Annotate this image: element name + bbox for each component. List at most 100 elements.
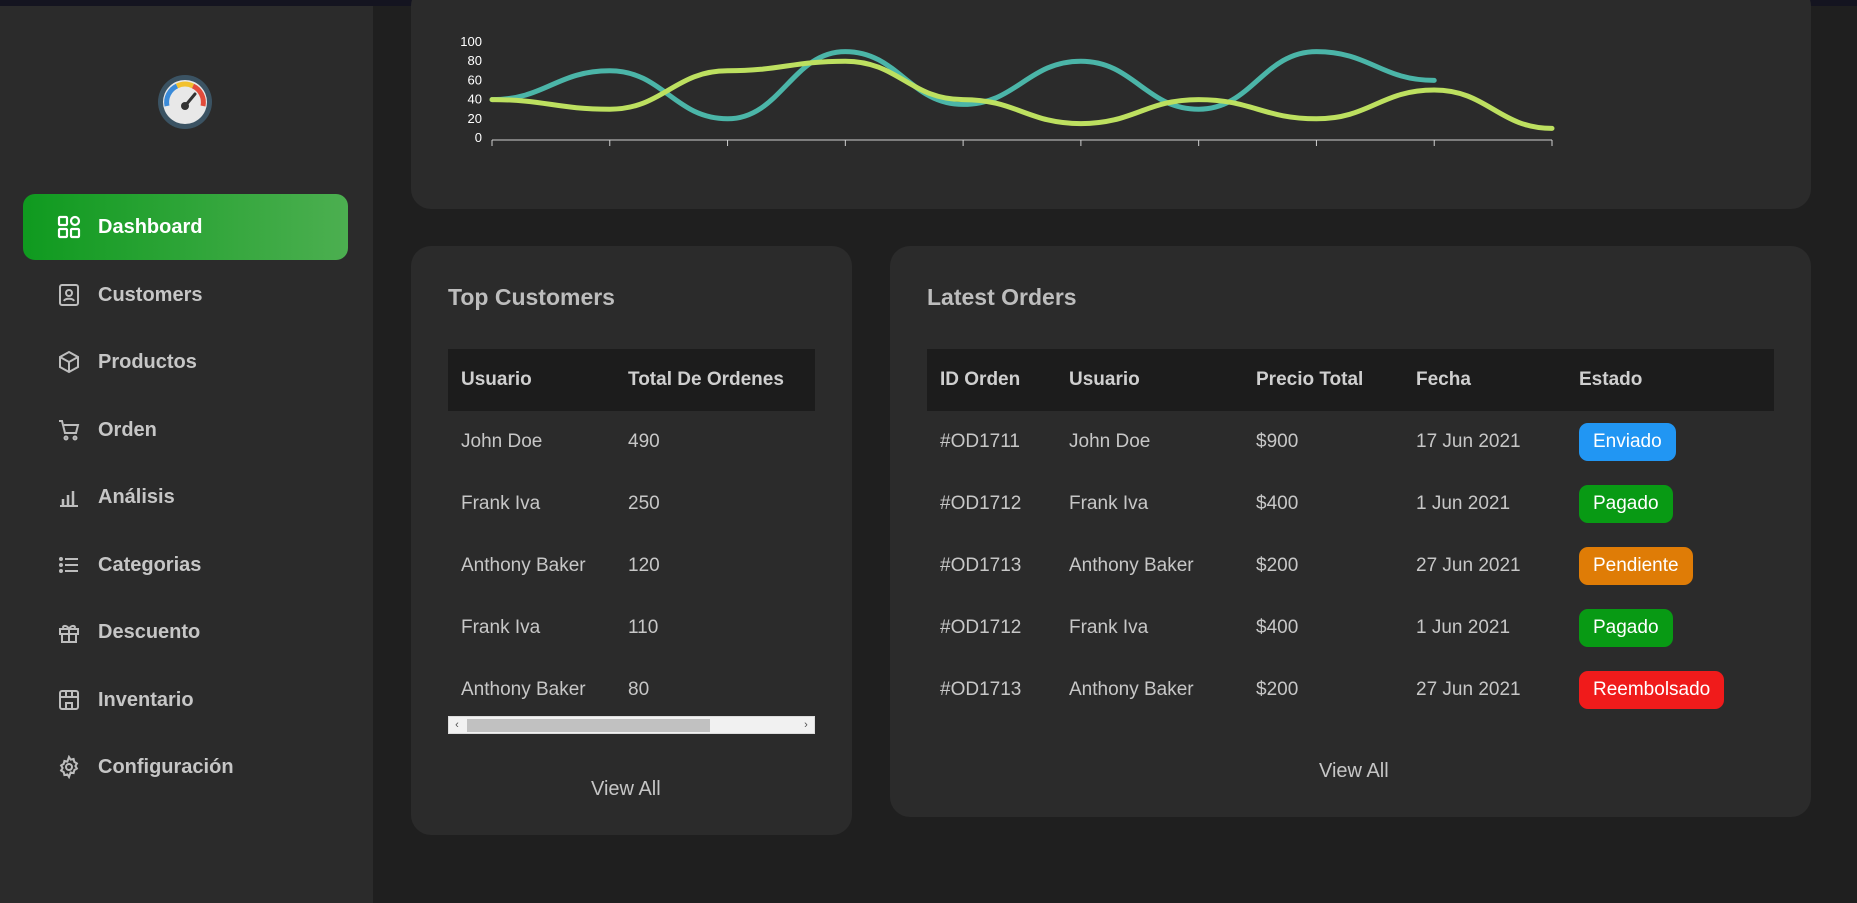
speedometer-icon[interactable]: [157, 74, 213, 130]
line-chart: 0 20 40 60 80 100: [460, 34, 1555, 146]
box-icon: [56, 349, 82, 375]
customer-name-cell: Anthony Baker: [461, 679, 586, 700]
view-all-customers-link[interactable]: View All: [591, 778, 661, 801]
contact-card-icon: [56, 282, 82, 308]
order-total-cell: 490: [628, 431, 660, 452]
y-tick-label: 100: [460, 34, 482, 49]
horizontal-scrollbar[interactable]: ‹ ›: [448, 716, 815, 734]
order-date-cell: 27 Jun 2021: [1416, 555, 1521, 576]
order-user-cell: John Doe: [1069, 431, 1151, 452]
sidebar-item-productos[interactable]: Productos: [23, 329, 348, 395]
table-row: John Doe 490: [448, 411, 815, 473]
column-header-id: ID Orden: [940, 369, 1021, 390]
sidebar-item-analisis[interactable]: Análisis: [23, 464, 348, 530]
view-all-orders-link[interactable]: View All: [1319, 760, 1389, 783]
y-tick-label: 80: [468, 53, 482, 68]
bar-chart-icon: [56, 484, 82, 510]
status-badge: Pagado: [1579, 485, 1673, 523]
table-row: Frank Iva 250: [448, 473, 815, 535]
table-row: #OD1711 John Doe $900 17 Jun 2021 Enviado: [927, 411, 1774, 473]
order-price-cell: $200: [1256, 555, 1299, 576]
sales-chart-card: 0 20 40 60 80 100: [411, 0, 1811, 209]
order-id-cell: #OD1713: [940, 555, 1022, 576]
scroll-thumb[interactable]: [467, 719, 710, 732]
top-customers-card: Top Customers Usuario Total De Ordenes J…: [411, 246, 852, 835]
order-date-cell: 27 Jun 2021: [1416, 679, 1521, 700]
order-user-cell: Anthony Baker: [1069, 555, 1194, 576]
column-header-usuario: Usuario: [1069, 369, 1140, 390]
order-total-cell: 120: [628, 555, 660, 576]
sidebar-item-label: Análisis: [98, 485, 175, 508]
table-header: Usuario Total De Ordenes: [448, 349, 815, 411]
column-header-total: Total De Ordenes: [628, 369, 784, 390]
status-badge: Enviado: [1579, 423, 1676, 461]
latest-orders-title: Latest Orders: [927, 284, 1077, 310]
status-badge: Pendiente: [1579, 547, 1693, 585]
gear-icon: [56, 754, 82, 780]
order-date-cell: 17 Jun 2021: [1416, 431, 1521, 452]
customer-name-cell: Frank Iva: [461, 617, 541, 638]
sidebar-item-label: Customers: [98, 283, 203, 306]
customer-name-cell: Frank Iva: [461, 493, 541, 514]
sidebar-item-label: Productos: [98, 350, 197, 373]
scroll-left-arrow[interactable]: ‹: [449, 717, 465, 733]
order-date-cell: 1 Jun 2021: [1416, 617, 1511, 638]
order-id-cell: #OD1712: [940, 617, 1022, 638]
order-price-cell: $900: [1256, 431, 1299, 452]
sidebar-item-orden[interactable]: Orden: [23, 397, 348, 463]
order-price-cell: $400: [1256, 617, 1299, 638]
order-price-cell: $400: [1256, 493, 1299, 514]
order-id-cell: #OD1711: [940, 431, 1020, 452]
top-customers-title: Top Customers: [448, 284, 615, 310]
order-total-cell: 110: [628, 617, 659, 638]
order-user-cell: Frank Iva: [1069, 617, 1149, 638]
table-row: Anthony Baker 80: [448, 659, 815, 721]
column-header-fecha: Fecha: [1416, 369, 1471, 390]
y-tick-label: 20: [468, 111, 482, 126]
sidebar-item-label: Descuento: [98, 620, 201, 643]
scroll-right-arrow[interactable]: ›: [798, 717, 814, 733]
status-badge: Pagado: [1579, 609, 1673, 647]
order-price-cell: $200: [1256, 679, 1299, 700]
status-badge: Reembolsado: [1579, 671, 1725, 709]
sidebar-item-categorias[interactable]: Categorias: [23, 532, 348, 598]
column-header-estado: Estado: [1579, 369, 1643, 390]
sidebar-item-inventario[interactable]: Inventario: [23, 667, 348, 733]
order-date-cell: 1 Jun 2021: [1416, 493, 1511, 514]
customer-name-cell: John Doe: [461, 431, 543, 452]
sidebar-item-descuento[interactable]: Descuento: [23, 599, 348, 665]
sidebar-item-label: Dashboard: [98, 215, 203, 238]
order-id-cell: #OD1713: [940, 679, 1022, 700]
order-user-cell: Frank Iva: [1069, 493, 1149, 514]
sidebar-item-label: Categorias: [98, 553, 202, 576]
sidebar-item-label: Inventario: [98, 688, 194, 711]
table-row: Frank Iva 110: [448, 597, 815, 659]
sidebar-item-customers[interactable]: Customers: [23, 262, 348, 328]
store-icon: [56, 687, 82, 713]
main-content: 0 20 40 60 80 100 Top Customers Usuario Total…: [373, 0, 1857, 903]
table-row: #OD1713 Anthony Baker $200 27 Jun 2021 Reemb…: [927, 659, 1774, 721]
sidebar-item-label: Orden: [98, 418, 157, 441]
y-tick-label: 0: [475, 130, 482, 145]
table-header: ID Orden Usuario Precio Total Fecha Esta…: [927, 349, 1774, 411]
sidebar: Dashboard Customers Productos Orden Anál…: [0, 6, 373, 903]
table-row: #OD1713 Anthony Baker $200 27 Jun 2021 Pendi…: [927, 535, 1774, 597]
table-row: Anthony Baker 120: [448, 535, 815, 597]
order-total-cell: 80: [628, 679, 650, 700]
customer-name-cell: Anthony Baker: [461, 555, 586, 576]
cart-icon: [56, 417, 82, 443]
column-header-usuario: Usuario: [461, 369, 532, 390]
sidebar-item-label: Configuración: [98, 755, 234, 778]
latest-orders-card: Latest Orders ID Orden Usuario Precio To…: [890, 246, 1811, 817]
sidebar-item-dashboard[interactable]: Dashboard: [23, 194, 348, 260]
order-user-cell: Anthony Baker: [1069, 679, 1194, 700]
table-row: #OD1712 Frank Iva $400 1 Jun 2021 Pagado: [927, 597, 1774, 659]
dashboard-grid-icon: [56, 214, 82, 240]
list-icon: [56, 552, 82, 578]
order-id-cell: #OD1712: [940, 493, 1022, 514]
sidebar-item-configuracion[interactable]: Configuración: [23, 734, 348, 800]
column-header-precio: Precio Total: [1256, 369, 1364, 390]
gift-icon: [56, 619, 82, 645]
order-total-cell: 250: [628, 493, 660, 514]
y-tick-label: 60: [468, 72, 482, 87]
